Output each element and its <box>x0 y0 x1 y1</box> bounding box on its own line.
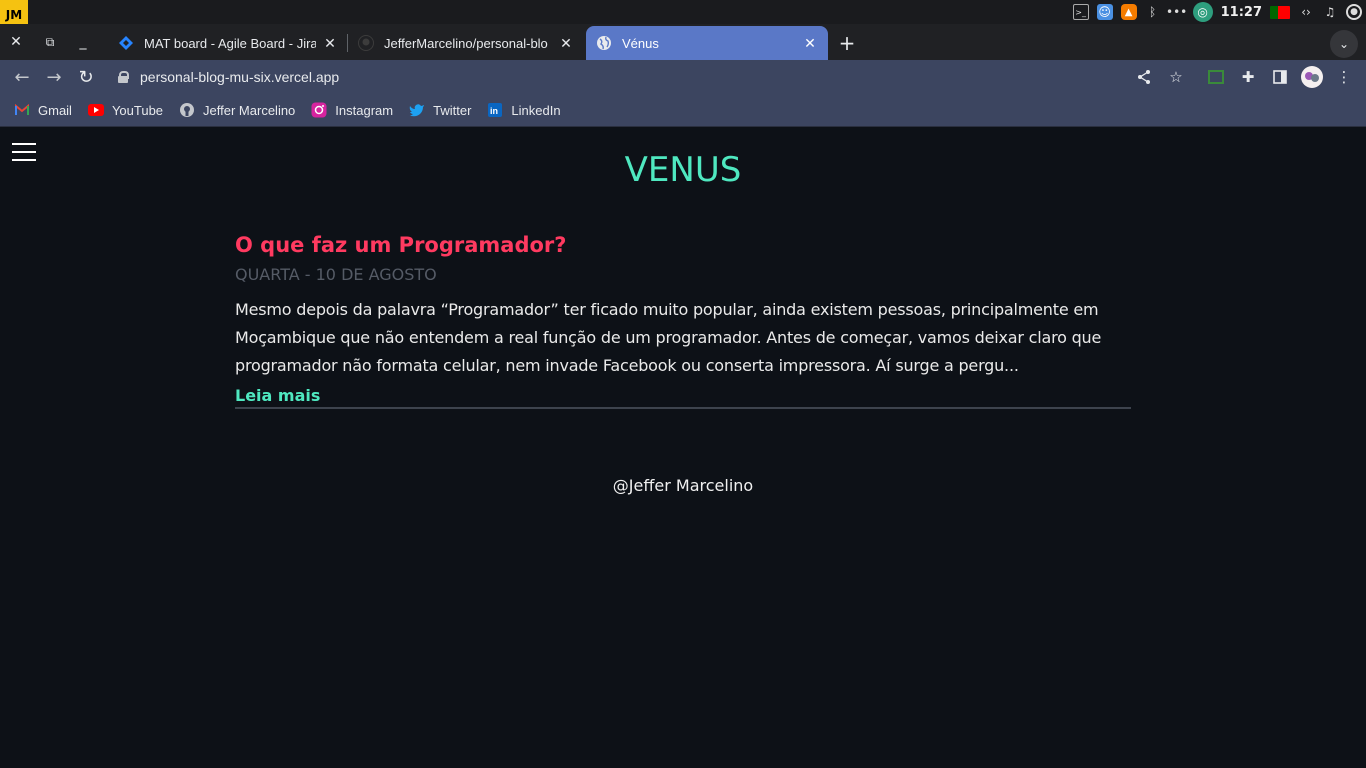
close-tab-icon[interactable]: ✕ <box>558 35 574 51</box>
forward-arrow-icon[interactable]: → <box>42 65 66 89</box>
tab-github[interactable]: JefferMarcelino/personal-blo ✕ <box>348 26 584 60</box>
post-title[interactable]: O que faz um Programador? <box>235 233 1131 257</box>
terminal-icon[interactable]: >_ <box>1072 4 1089 20</box>
share-icon[interactable] <box>1132 65 1156 89</box>
profile-avatar[interactable] <box>1300 65 1324 89</box>
system-tray: >_ ☺ ▲ ᛒ ••• ◎ 11:27 ‹› ♫ ● <box>1072 0 1362 24</box>
bookmarks-bar: Gmail YouTube Jeffer Marcelino Instagram… <box>0 94 1366 127</box>
restore-window-icon[interactable]: ⧉ <box>40 32 60 52</box>
tab-venus[interactable]: Vénus ✕ <box>586 26 828 60</box>
linkedin-icon: in <box>487 102 503 118</box>
bookmark-instagram[interactable]: Instagram <box>311 102 393 118</box>
svg-text:in: in <box>490 106 498 116</box>
music-icon[interactable]: ♫ <box>1322 4 1338 20</box>
post-excerpt: Mesmo depois da palavra “Programador” te… <box>235 300 1102 375</box>
github-icon <box>179 102 195 118</box>
post-card: O que faz um Programador? QUARTA - 10 DE… <box>235 233 1131 409</box>
minimize-window-icon[interactable]: _ <box>73 32 93 52</box>
close-window-icon[interactable]: ✕ <box>6 32 26 52</box>
screen-capture-icon[interactable] <box>1204 65 1228 89</box>
reload-icon[interactable]: ↻ <box>74 65 98 89</box>
more-menu-icon[interactable]: ⋮ <box>1332 65 1356 89</box>
vlc-icon[interactable]: ▲ <box>1120 4 1137 20</box>
system-top-bar: JM >_ ☺ ▲ ᛒ ••• ◎ 11:27 ‹› ♫ ● <box>0 0 1366 24</box>
page-content: VENUS O que faz um Programador? QUARTA -… <box>0 128 1366 768</box>
browser-toolbar: ← → ↻ personal-blog-mu-six.vercel.app ☆ … <box>0 60 1366 94</box>
site-title[interactable]: VENUS <box>0 150 1366 190</box>
chrome-tray-icon[interactable]: ◎ <box>1192 2 1213 22</box>
github-icon <box>358 35 374 51</box>
globe-icon <box>596 35 612 51</box>
portugal-flag-icon[interactable] <box>1270 5 1290 19</box>
side-panel-icon[interactable] <box>1268 65 1292 89</box>
bookmark-star-icon[interactable]: ☆ <box>1164 65 1188 89</box>
post-date: QUARTA - 10 DE AGOSTO <box>235 265 437 284</box>
user-icon[interactable]: ● <box>1346 4 1362 20</box>
finder-icon[interactable]: ☺ <box>1096 4 1113 20</box>
clock[interactable]: 11:27 <box>1221 5 1262 20</box>
bluetooth-icon[interactable]: ᛒ <box>1145 4 1161 20</box>
gmail-icon <box>14 102 30 118</box>
back-arrow-icon[interactable]: ← <box>10 65 34 89</box>
tab-title: Vénus <box>622 35 659 51</box>
network-icon[interactable]: ‹› <box>1298 4 1314 20</box>
address-bar[interactable]: personal-blog-mu-six.vercel.app <box>118 67 339 87</box>
tab-title: MAT board - Agile Board - Jira <box>144 35 316 51</box>
post-divider <box>235 407 1131 409</box>
bookmark-jeffer-marcelino[interactable]: Jeffer Marcelino <box>179 102 295 118</box>
twitter-icon <box>409 102 425 118</box>
youtube-icon <box>87 102 104 118</box>
more-icon[interactable]: ••• <box>1166 4 1187 20</box>
close-tab-icon[interactable]: ✕ <box>802 35 818 51</box>
tab-jira[interactable]: MAT board - Agile Board - Jira ✕ <box>108 26 348 60</box>
lock-icon[interactable] <box>118 71 129 83</box>
bookmark-linkedin[interactable]: in LinkedIn <box>487 102 561 118</box>
tab-title: JefferMarcelino/personal-blo <box>384 35 548 51</box>
footer-credit: @Jeffer Marcelino <box>612 476 754 495</box>
bookmark-gmail[interactable]: Gmail <box>14 102 72 118</box>
extensions-icon[interactable]: ✚ <box>1236 65 1260 89</box>
url-text: personal-blog-mu-six.vercel.app <box>140 69 340 85</box>
read-more-link[interactable]: Leia mais <box>235 386 1131 405</box>
close-tab-icon[interactable]: ✕ <box>322 35 338 51</box>
bookmark-twitter[interactable]: Twitter <box>409 102 471 118</box>
bookmark-youtube[interactable]: YouTube <box>87 102 163 118</box>
jira-icon <box>118 35 134 51</box>
jm-logo[interactable]: JM <box>0 0 28 24</box>
instagram-icon <box>311 102 327 118</box>
new-tab-button[interactable]: + <box>835 31 859 55</box>
tab-bar: ✕ ⧉ _ MAT board - Agile Board - Jira ✕ J… <box>0 24 1366 60</box>
tab-search-chevron-icon[interactable]: ⌄ <box>1330 30 1358 58</box>
